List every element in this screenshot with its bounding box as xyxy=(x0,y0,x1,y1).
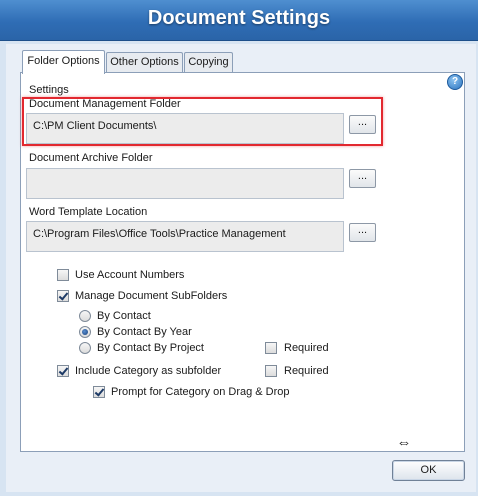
manage-subfolders-checkbox[interactable] xyxy=(57,290,69,302)
use-account-numbers-checkbox[interactable] xyxy=(57,269,69,281)
highlight-box xyxy=(22,97,383,146)
include-category-label: Include Category as subfolder xyxy=(75,365,222,377)
word-template-label: Word Template Location xyxy=(29,206,148,218)
archive-folder-field[interactable] xyxy=(26,168,344,199)
ok-button[interactable]: OK xyxy=(392,460,465,481)
prompt-category-label: Prompt for Category on Drag & Drop xyxy=(111,386,290,398)
by-contact-by-project-radio[interactable] xyxy=(79,342,91,354)
use-account-numbers-label: Use Account Numbers xyxy=(75,269,185,281)
manage-subfolders-label: Manage Document SubFolders xyxy=(75,290,228,302)
category-required-label: Required xyxy=(284,365,329,377)
settings-group-label: Settings xyxy=(29,84,69,96)
word-template-field[interactable]: C:\Program Files\Office Tools\Practice M… xyxy=(26,221,344,252)
category-required-checkbox[interactable] xyxy=(265,365,277,377)
prompt-category-checkbox[interactable] xyxy=(93,386,105,398)
by-contact-by-year-radio[interactable] xyxy=(79,326,91,338)
question-mark-icon[interactable]: ? xyxy=(447,74,463,90)
tab-other-options[interactable]: Other Options xyxy=(106,52,183,72)
window-title: Document Settings xyxy=(147,7,331,29)
by-contact-by-project-label: By Contact By Project xyxy=(97,342,204,354)
archive-folder-browse-button[interactable]: ... xyxy=(349,169,376,188)
include-category-checkbox[interactable] xyxy=(57,365,69,377)
project-required-label: Required xyxy=(284,342,329,354)
project-required-checkbox[interactable] xyxy=(265,342,277,354)
resize-cursor-icon: ⇔ xyxy=(396,434,412,451)
by-contact-by-year-label: By Contact By Year xyxy=(97,326,192,338)
title-bar: Document Settings xyxy=(0,0,478,41)
archive-folder-label: Document Archive Folder xyxy=(29,152,153,164)
word-template-browse-button[interactable]: ... xyxy=(349,223,376,242)
by-contact-label: By Contact xyxy=(97,310,151,322)
by-contact-radio[interactable] xyxy=(79,310,91,322)
tab-folder-options[interactable]: Folder Options xyxy=(22,50,105,74)
tab-copying[interactable]: Copying xyxy=(184,52,233,72)
